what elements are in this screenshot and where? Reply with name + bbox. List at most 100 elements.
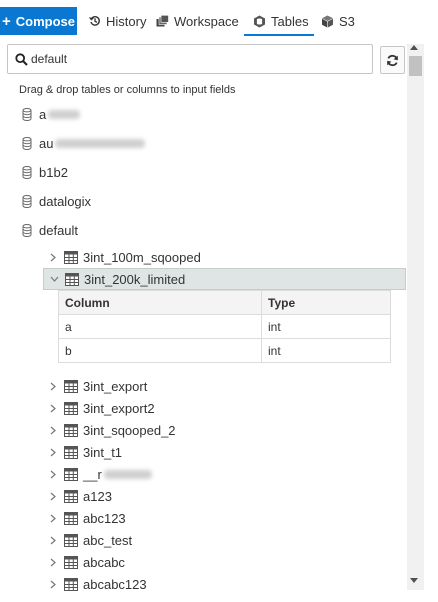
compose-label: Compose [15,13,75,29]
database-icon [22,165,32,179]
database-label: b1b2 [39,164,68,180]
column-type: int [261,338,391,363]
expand-toggle[interactable] [48,382,58,391]
scroll-up-arrow-icon[interactable] [410,45,418,50]
scroll-down-arrow-icon[interactable] [410,578,418,583]
tab-workspace[interactable]: Workspace [156,7,239,35]
expand-toggle[interactable] [48,404,58,413]
table-label: 3int_200k_limited [84,271,186,287]
table-label: a123 [83,488,112,504]
column-type: int [261,314,391,339]
table-item[interactable]: 3int_export2 [48,398,155,418]
table-item-expanded[interactable]: 3int_200k_limited [43,268,406,290]
table-label: 3int_sqooped_2 [83,422,176,438]
columns-table: Column Type a int b int [58,290,391,363]
column-name: a [58,314,262,339]
table-icon [64,401,78,415]
chevron-down-icon [50,276,58,282]
database-item[interactable]: b1b2 [22,162,68,182]
table-icon [64,533,78,547]
tab-history-label: History [106,13,147,29]
table-item[interactable]: abcabc [48,552,125,572]
tab-tables-label: Tables [271,13,309,29]
database-item[interactable]: datalogix [22,191,91,211]
table-item[interactable]: abc123 [48,508,126,528]
tab-bar: + Compose History Workspace Tables S3 [0,0,438,42]
table-item[interactable]: 3int_sqooped_2 [48,420,176,440]
database-label: au [39,135,54,151]
chevron-right-icon [50,492,56,500]
active-tab-indicator [244,34,314,36]
compose-button[interactable]: + Compose [0,7,77,35]
tab-tables[interactable]: Tables [253,7,309,35]
expand-toggle[interactable] [48,426,58,435]
expand-toggle[interactable] [48,492,58,501]
table-label: abcabc123 [83,576,147,592]
table-item[interactable]: a123 [48,486,112,506]
database-item[interactable]: au [22,133,146,153]
database-item[interactable]: default [22,220,78,240]
database-icon [254,15,265,27]
database-icon [22,107,32,121]
table-icon [64,423,78,437]
table-icon [64,467,78,481]
expand-toggle[interactable] [48,448,58,457]
chevron-right-icon [50,514,56,522]
workspace-icon [156,15,169,27]
redacted-text [103,469,152,479]
column-row[interactable]: a int [58,314,391,339]
chevron-right-icon [50,558,56,566]
chevron-right-icon [50,448,56,456]
table-icon [64,250,78,264]
expand-toggle[interactable] [49,276,59,282]
database-label: datalogix [39,193,92,209]
scrollbar[interactable] [407,44,424,590]
table-item[interactable]: abc_test [48,530,132,550]
table-icon [64,379,78,393]
chevron-right-icon [50,382,56,390]
database-label: default [39,222,79,238]
table-item[interactable]: 3int_100m_sqooped [48,247,201,267]
table-icon [64,577,78,591]
tab-history[interactable]: History [89,7,146,35]
expand-toggle[interactable] [48,580,58,589]
table-item[interactable]: 3int_t1 [48,442,122,462]
table-item[interactable]: abcabc123 [48,574,147,594]
expand-toggle[interactable] [48,558,58,567]
tab-workspace-label: Workspace [174,13,239,29]
chevron-right-icon [50,470,56,478]
table-item[interactable]: 3int_export [48,376,147,396]
expand-toggle[interactable] [48,514,58,523]
table-label: abcabc [83,554,125,570]
table-label: 3int_100m_sqooped [83,249,201,265]
refresh-icon [387,54,398,66]
plus-icon: + [2,12,11,30]
database-icon [22,136,32,150]
chevron-right-icon [50,426,56,434]
columns-header-row: Column Type [58,290,391,315]
database-label: a [39,106,47,122]
tab-s3[interactable]: S3 [321,7,355,35]
table-label: abc_test [83,532,133,548]
table-icon [64,555,78,569]
chevron-right-icon [50,404,56,412]
table-icon [64,511,78,525]
table-label: 3int_export [83,378,148,394]
table-icon [64,489,78,503]
expand-toggle[interactable] [48,253,58,262]
redacted-text [55,138,146,148]
database-item[interactable]: a [22,104,81,124]
expand-toggle[interactable] [48,470,58,479]
refresh-button[interactable] [380,46,405,74]
chevron-right-icon [50,253,56,261]
redacted-text [48,109,81,119]
table-label: 3int_export2 [83,400,155,416]
column-row[interactable]: b int [58,338,391,363]
chevron-right-icon [50,536,56,544]
table-item[interactable]: __r [48,464,152,484]
search-input[interactable] [31,45,361,73]
expand-toggle[interactable] [48,536,58,545]
scrollbar-thumb[interactable] [409,56,422,76]
table-label: __r [83,466,102,482]
cube-icon [322,15,333,27]
